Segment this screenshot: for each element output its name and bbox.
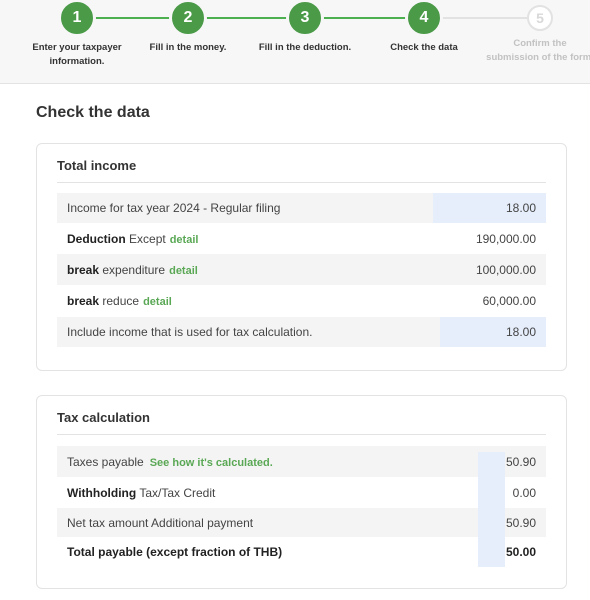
income-rows: Income for tax year 2024 - Regular filin…	[57, 193, 546, 347]
tax-row-net-amount: Net tax amount Additional payment 50.90	[57, 508, 546, 537]
row-label: Taxes payable See how it's calculated.	[67, 455, 273, 469]
step-5: 5 Confirm the submission of the form.	[482, 0, 590, 65]
row-label-bold: Deduction	[67, 231, 126, 246]
row-label-bold: Withholding	[67, 485, 137, 500]
tax-row-total-payable: Total payable (except fraction of THB) 5…	[57, 537, 546, 567]
income-row-deduction: Deduction Except detail 190,000.00	[57, 223, 546, 254]
row-label-text: Taxes payable	[67, 454, 144, 469]
row-label: Deduction Except detail	[67, 232, 198, 246]
row-label: Include income that is used for tax calc…	[67, 325, 313, 339]
tax-row-payable: Taxes payable See how it's calculated. 50…	[57, 446, 546, 477]
row-value: 18.00	[505, 325, 536, 339]
step-5-label: Confirm the submission of the form.	[486, 38, 590, 63]
detail-link[interactable]: detail	[170, 234, 199, 246]
income-row-reduce: break reduce detail 60,000.00	[57, 285, 546, 317]
total-income-card: Total income Income for tax year 2024 - …	[36, 143, 567, 371]
row-label: Income for tax year 2024 - Regular filin…	[67, 201, 281, 215]
detail-link[interactable]: detail	[169, 265, 198, 277]
row-label-bold: break	[67, 262, 100, 277]
row-value: 50.90	[505, 454, 536, 469]
step-1-circle: 1	[58, 0, 96, 37]
row-label: break reduce detail	[67, 294, 172, 308]
step-4-circle: 4	[405, 0, 443, 37]
step-1-label: Enter your taxpayer information.	[32, 42, 122, 67]
row-value: 18.00	[505, 201, 536, 215]
step-4-label: Check the data	[390, 42, 458, 53]
row-value: 190,000.00	[475, 231, 536, 246]
row-value: 60,000.00	[482, 294, 536, 308]
progress-stepper: 1 Enter your taxpayer information. 2 Fil…	[0, 0, 590, 84]
step-2: 2 Fill in the money.	[129, 0, 247, 55]
income-row-regular-filing: Income for tax year 2024 - Regular filin…	[57, 193, 546, 223]
step-2-label: Fill in the money.	[149, 42, 227, 53]
row-value: 50.90	[505, 515, 536, 530]
tax-calculation-card: Tax calculation Taxes payable See how it'…	[36, 395, 567, 589]
row-label-text: expenditure	[102, 262, 166, 277]
tax-calculation-title: Tax calculation	[57, 410, 546, 435]
see-calculation-link[interactable]: See how it's calculated.	[150, 457, 273, 469]
row-label: Net tax amount Additional payment	[67, 515, 254, 530]
step-3-circle: 3	[286, 0, 324, 37]
total-income-title: Total income	[57, 158, 546, 183]
row-value: 50.00	[505, 545, 536, 559]
step-3-label: Fill in the deduction.	[258, 42, 352, 53]
page-title: Check the data	[36, 104, 150, 121]
row-value: 0.00	[512, 485, 536, 500]
detail-link[interactable]: detail	[143, 296, 172, 308]
row-label-text: Except	[129, 231, 166, 246]
row-label-text: reduce	[102, 294, 140, 308]
row-label-text: Tax/Tax Credit	[139, 485, 216, 500]
value-highlight	[478, 452, 505, 567]
row-label: Withholding Tax/Tax Credit	[67, 486, 215, 500]
step-4: 4 Check the data	[365, 0, 483, 55]
row-value: 100,000.00	[475, 262, 536, 277]
row-label-bold: break	[67, 294, 100, 308]
tax-rows: Taxes payable See how it's calculated. 50…	[57, 446, 546, 567]
step-2-circle: 2	[169, 0, 207, 37]
row-label: Total payable (except fraction of THB)	[67, 545, 283, 559]
tax-row-withholding: Withholding Tax/Tax Credit 0.00	[57, 477, 546, 508]
step-1: 1 Enter your taxpayer information.	[18, 0, 136, 69]
income-row-tax-calc-income: Include income that is used for tax calc…	[57, 317, 546, 347]
income-row-expenditure: break expenditure detail 100,000.00	[57, 254, 546, 285]
step-3: 3 Fill in the deduction.	[246, 0, 364, 55]
step-5-circle: 5	[527, 5, 553, 31]
row-label: break expenditure detail	[67, 263, 198, 277]
